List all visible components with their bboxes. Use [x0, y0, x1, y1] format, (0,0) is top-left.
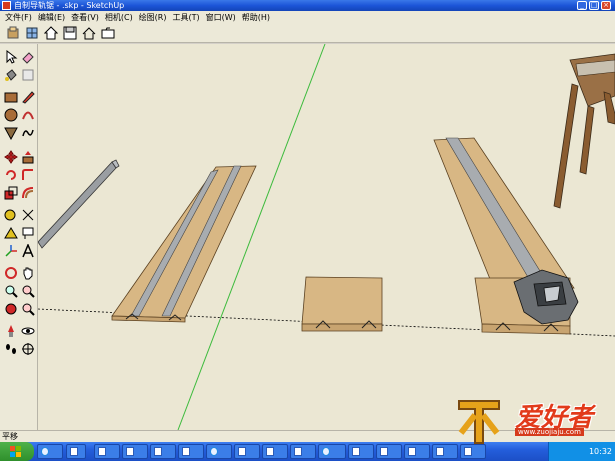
zoom-icon[interactable]: [2, 282, 19, 299]
freehand-icon[interactable]: [19, 124, 36, 141]
push-pull-icon[interactable]: [19, 148, 36, 165]
window-icon: [464, 447, 472, 456]
watermark-url: www.zuojiaju.com: [515, 428, 584, 436]
menu-help[interactable]: 帮助(H): [239, 11, 273, 24]
circle-icon[interactable]: [2, 106, 19, 123]
orbit-icon[interactable]: [2, 264, 19, 281]
ie-icon: [41, 447, 49, 456]
window-icon: [98, 447, 106, 456]
watermark-logo: 爱好者 www.zuojiaju.com: [449, 395, 615, 447]
look-around-icon[interactable]: [19, 66, 36, 83]
zoom-extents-icon[interactable]: [2, 300, 19, 317]
3d-text-icon[interactable]: [19, 242, 36, 259]
offset-icon[interactable]: [19, 184, 36, 201]
window-icon: [380, 447, 388, 456]
position-camera-icon[interactable]: [2, 322, 19, 339]
maximize-button[interactable]: □: [589, 1, 599, 10]
taskbar-item[interactable]: [318, 444, 346, 459]
section-plane-icon[interactable]: [19, 340, 36, 357]
close-button[interactable]: ×: [601, 1, 611, 10]
top-toolbar: [0, 24, 615, 43]
follow-me-icon[interactable]: [19, 166, 36, 183]
move-icon[interactable]: [2, 148, 19, 165]
taskbar-item[interactable]: [290, 444, 316, 459]
rotate-icon[interactable]: [2, 166, 19, 183]
pencil-icon[interactable]: [19, 88, 36, 105]
tape-measure-icon[interactable]: [2, 206, 19, 223]
taskbar-item[interactable]: [94, 444, 120, 459]
ie-icon: [322, 447, 330, 456]
components-icon[interactable]: [23, 25, 40, 42]
polygon-icon[interactable]: [2, 124, 19, 141]
wood-logo-icon: [458, 400, 500, 444]
model-viewport[interactable]: [38, 44, 615, 430]
dimension-icon[interactable]: [19, 206, 36, 223]
open-folder-icon[interactable]: [99, 25, 116, 42]
status-text: 平移: [2, 432, 18, 441]
arc-icon[interactable]: [19, 106, 36, 123]
window-icon: [126, 447, 134, 456]
house-icon[interactable]: [80, 25, 97, 42]
menu-file[interactable]: 文件(F): [2, 11, 35, 24]
taskbar-item[interactable]: [234, 444, 260, 459]
taskbar-item[interactable]: [376, 444, 402, 459]
menu-window[interactable]: 窗口(W): [203, 11, 239, 24]
windows-flag-icon: [10, 446, 21, 457]
taskbar-item[interactable]: [262, 444, 288, 459]
menu-draw[interactable]: 绘图(R): [136, 11, 170, 24]
walk-icon[interactable]: [19, 322, 36, 339]
pan-icon[interactable]: [19, 264, 36, 281]
window-icon: [154, 447, 162, 456]
previous-view-icon[interactable]: [19, 300, 36, 317]
window-icon: [70, 447, 78, 456]
start-button[interactable]: [0, 442, 34, 461]
text-icon[interactable]: [19, 224, 36, 241]
model-scene: [38, 44, 615, 430]
taskbar-item[interactable]: [404, 444, 430, 459]
axes-icon[interactable]: [2, 242, 19, 259]
minimize-button[interactable]: _: [577, 1, 587, 10]
window-icon: [436, 447, 444, 456]
ie-icon: [210, 447, 218, 456]
taskbar-item[interactable]: [348, 444, 374, 459]
getting-started-icon[interactable]: [4, 25, 21, 42]
window-icon: [352, 447, 360, 456]
menu-camera[interactable]: 相机(C): [102, 11, 136, 24]
taskbar-item[interactable]: [206, 444, 232, 459]
zoom-window-icon[interactable]: [19, 282, 36, 299]
title-bar: 自制导轨锯 - .skp - SketchUp _ □ ×: [0, 0, 615, 11]
window-icon: [294, 447, 302, 456]
aluminum-rail-piece: [38, 159, 120, 249]
window-icon: [182, 447, 190, 456]
scale-icon[interactable]: [2, 184, 19, 201]
protractor-icon[interactable]: [2, 224, 19, 241]
middle-wood-block: [301, 276, 383, 332]
select-icon[interactable]: [2, 48, 19, 65]
window-title: 自制导轨锯 - .skp - SketchUp: [14, 1, 125, 10]
menu-edit[interactable]: 编辑(E): [35, 11, 68, 24]
menu-view[interactable]: 查看(V): [68, 11, 102, 24]
taskbar-item[interactable]: [66, 444, 86, 459]
workbench-model: [553, 53, 615, 209]
footprints-icon[interactable]: [2, 340, 19, 357]
eraser-icon[interactable]: [19, 48, 36, 65]
taskbar-item[interactable]: [150, 444, 176, 459]
taskbar-item[interactable]: [37, 444, 63, 459]
home-icon[interactable]: [42, 25, 59, 42]
paint-bucket-icon[interactable]: [2, 66, 19, 83]
menu-bar: 文件(F) 编辑(E) 查看(V) 相机(C) 绘图(R) 工具(T) 窗口(W…: [0, 11, 615, 24]
window-icon: [238, 447, 246, 456]
left-toolbar: [0, 44, 38, 430]
save-icon[interactable]: [61, 25, 78, 42]
taskbar-item[interactable]: [122, 444, 148, 459]
rectangle-icon[interactable]: [2, 88, 19, 105]
left-guide-rail-board: [111, 165, 257, 323]
window-icon: [266, 447, 274, 456]
sketchup-app-icon[interactable]: [2, 1, 11, 10]
menu-tools[interactable]: 工具(T): [170, 11, 203, 24]
taskbar-item[interactable]: [178, 444, 204, 459]
window-icon: [408, 447, 416, 456]
